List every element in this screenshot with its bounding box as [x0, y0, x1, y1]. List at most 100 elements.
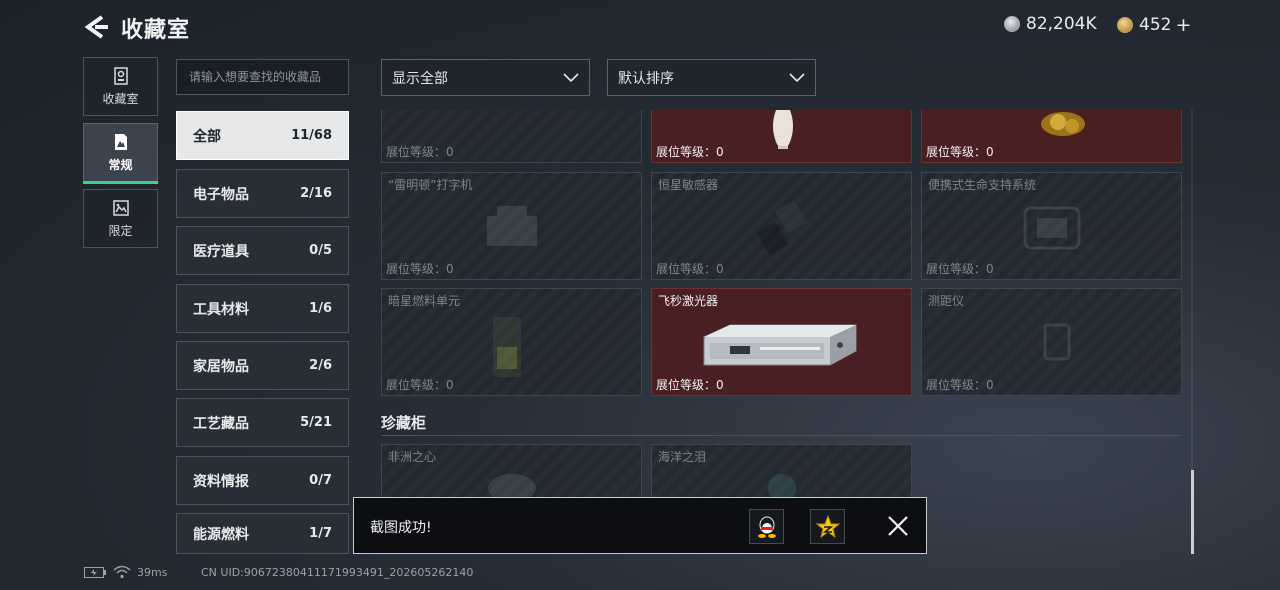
category-count: 0/7	[309, 473, 332, 488]
collection-card[interactable]: 展位等级：0	[381, 110, 642, 163]
qq-icon	[757, 516, 776, 538]
booth-level: 展位等级：0	[926, 378, 994, 392]
silver-amount: 82,204K	[1026, 14, 1097, 34]
regular-icon	[114, 134, 127, 150]
display-filter-value: 显示全部	[392, 70, 448, 87]
booth-level: 展位等级：0	[926, 262, 994, 276]
item-name: 恒星敏感器	[658, 178, 719, 192]
rail-tab-regular[interactable]: 常规	[83, 123, 158, 184]
battery-status	[84, 567, 106, 581]
collection-card[interactable]: “雷明顿”打字机 展位等级：0	[381, 172, 642, 280]
collection-card[interactable]: 飞秒激光器 展位等级：0	[651, 288, 912, 396]
rail-tab-collection-room[interactable]: 收藏室	[83, 57, 158, 116]
booth-level: 展位等级：0	[656, 262, 724, 276]
scrollbar-thumb[interactable]	[1191, 470, 1194, 554]
category-energy[interactable]: 能源燃料 1/7	[176, 513, 349, 554]
ping-value: 39ms	[137, 566, 168, 579]
item-name: 非洲之心	[388, 450, 437, 464]
booth-level: 展位等级：0	[386, 262, 454, 276]
collection-card[interactable]: 测距仪 展位等级：0	[921, 288, 1182, 396]
category-label: 工艺藏品	[193, 415, 249, 432]
category-count: 1/7	[309, 526, 332, 541]
category-label: 家居物品	[193, 358, 249, 375]
category-count: 2/6	[309, 358, 332, 373]
booth-level: 展位等级：0	[656, 145, 724, 159]
star-sensor-silhouette-icon	[756, 200, 808, 256]
category-label: 资料情报	[193, 473, 249, 490]
collection-card[interactable]: 便携式生命支持系统 展位等级：0	[921, 172, 1182, 280]
gold-currency[interactable]: 452 +	[1117, 14, 1191, 36]
category-household[interactable]: 家居物品 2/6	[176, 341, 349, 390]
rail-tab-label: 限定	[108, 224, 133, 238]
category-medical[interactable]: 医疗道具 0/5	[176, 226, 349, 275]
collection-grid[interactable]: 展位等级：0 展位等级：0 展位等级：0 “雷明顿”打字机 展位等级：0 恒星敏…	[381, 110, 1182, 554]
gold-figurine-item-icon	[1041, 112, 1085, 136]
category-intel[interactable]: 资料情报 0/7	[176, 456, 349, 505]
page-title: 收藏室	[121, 18, 191, 43]
rail-tab-label: 常规	[108, 158, 133, 172]
chevron-down-icon	[789, 72, 805, 82]
collection-card[interactable]: 恒星敏感器 展位等级：0	[651, 172, 912, 280]
toast-message: 截图成功!	[370, 520, 432, 536]
item-name: 测距仪	[928, 294, 965, 308]
collection-card[interactable]: 展位等级：0	[921, 110, 1182, 163]
toast-close-button[interactable]	[884, 512, 912, 540]
category-count: 11/68	[291, 128, 332, 143]
back-button[interactable]	[82, 12, 112, 42]
sort-dropdown[interactable]: 默认排序	[607, 59, 816, 96]
chevron-down-icon	[563, 72, 579, 82]
vase-item-icon	[773, 110, 793, 149]
category-electronics[interactable]: 电子物品 2/16	[176, 169, 349, 218]
category-all[interactable]: 全部 11/68	[176, 111, 349, 160]
item-name: 飞秒激光器	[658, 294, 719, 308]
category-count: 2/16	[300, 186, 332, 201]
category-label: 全部	[193, 128, 221, 145]
qzone-star-icon	[815, 514, 840, 538]
booth-level: 展位等级：0	[386, 145, 454, 159]
collection-card[interactable]: 暗星燃料单元 展位等级：0	[381, 288, 642, 396]
wifi-icon	[113, 565, 131, 579]
booth-level: 展位等级：0	[386, 378, 454, 392]
category-count: 5/21	[300, 415, 332, 430]
typewriter-silhouette-icon	[487, 206, 537, 246]
collection-room-icon	[113, 67, 128, 85]
rail-tab-label: 收藏室	[102, 92, 139, 106]
category-count: 0/5	[309, 243, 332, 258]
category-label: 能源燃料	[193, 526, 249, 543]
wifi-status	[113, 565, 131, 582]
gold-amount: 452	[1139, 15, 1172, 35]
rare-cabinet-title: 珍藏柜	[381, 414, 427, 432]
category-tools[interactable]: 工具材料 1/6	[176, 284, 349, 333]
share-qq-button[interactable]	[749, 509, 784, 544]
item-name: 暗星燃料单元	[388, 294, 461, 308]
booth-level: 展位等级：0	[656, 378, 724, 392]
sort-value: 默认排序	[618, 70, 674, 87]
fuel-cell-silhouette-icon	[493, 317, 521, 377]
item-name: “雷明顿”打字机	[388, 178, 473, 192]
booth-level: 展位等级：0	[926, 145, 994, 159]
limited-icon	[112, 200, 129, 216]
category-crafts[interactable]: 工艺藏品 5/21	[176, 398, 349, 447]
section-divider	[381, 435, 1182, 436]
category-label: 医疗道具	[193, 243, 249, 260]
back-arrow-icon	[84, 15, 108, 39]
collection-card[interactable]: 展位等级：0	[651, 110, 912, 163]
silver-coin-icon	[1004, 16, 1020, 32]
search-input[interactable]	[176, 59, 349, 95]
life-support-silhouette-icon	[1023, 206, 1081, 250]
share-qzone-button[interactable]	[810, 509, 845, 544]
display-filter-dropdown[interactable]: 显示全部	[381, 59, 590, 96]
category-label: 工具材料	[193, 301, 249, 318]
category-count: 1/6	[309, 301, 332, 316]
gold-add-button[interactable]: +	[1175, 14, 1191, 36]
femtosecond-laser-item-icon	[703, 324, 857, 366]
rail-tab-limited[interactable]: 限定	[83, 189, 158, 248]
item-name: 海洋之泪	[658, 450, 707, 464]
close-icon	[888, 516, 908, 536]
gold-coin-icon	[1117, 17, 1133, 33]
silver-currency: 82,204K	[1004, 14, 1097, 34]
item-name: 便携式生命支持系统	[928, 178, 1037, 192]
battery-charging-icon	[84, 567, 106, 578]
screenshot-toast: 截图成功!	[353, 497, 927, 554]
rangefinder-silhouette-icon	[1043, 323, 1071, 361]
